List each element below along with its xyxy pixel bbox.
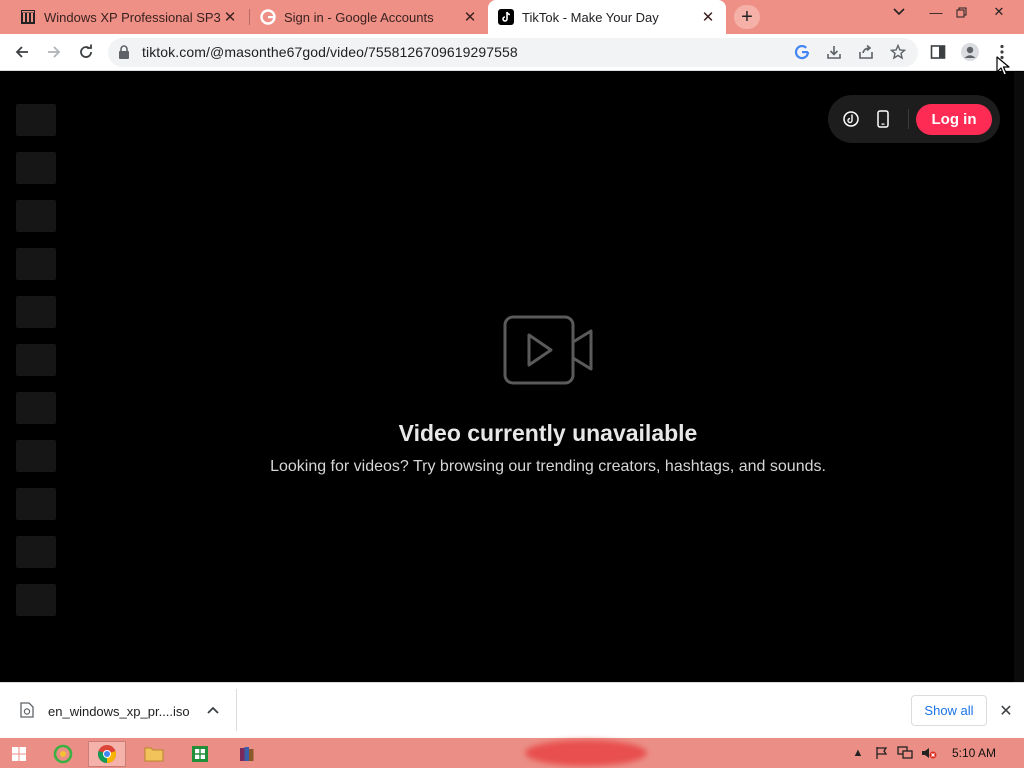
taskbar-app-chrome[interactable] (88, 741, 126, 767)
file-icon (20, 702, 34, 721)
tab-google-sign-in[interactable]: Sign in - Google Accounts ✕ (250, 0, 488, 34)
forward-button[interactable] (42, 40, 66, 64)
sidebar-skeleton (16, 584, 56, 616)
windows-taskbar: ▲ 5:10 AM (0, 738, 1024, 768)
archive-books-icon (240, 747, 254, 761)
share-icon[interactable] (856, 42, 876, 62)
header-divider (908, 109, 909, 129)
tiktok-icon (498, 9, 514, 25)
side-panel-button[interactable] (926, 40, 950, 64)
mouse-cursor-icon (996, 56, 1010, 81)
arrow-left-icon (15, 46, 28, 58)
folder-icon (144, 747, 164, 762)
close-icon: ✕ (993, 4, 1005, 19)
browser-tab-strip: Windows XP Professional SP3 x86 ✕ Sign i… (0, 0, 1024, 34)
header-actions: Log in (828, 95, 1000, 143)
sidebar-skeleton (16, 248, 56, 280)
google-lens-icon[interactable] (792, 42, 812, 62)
install-app-icon[interactable] (824, 42, 844, 62)
archive-icon (20, 9, 36, 25)
download-item[interactable]: en_windows_xp_pr....iso (20, 702, 190, 721)
windows-logo-icon (12, 747, 26, 761)
back-button[interactable] (10, 40, 34, 64)
reload-button[interactable] (74, 40, 98, 64)
sidebar-skeleton (16, 344, 56, 376)
taskbar-clock[interactable]: 5:10 AM (952, 746, 996, 760)
google-icon (260, 9, 276, 25)
sidebar-skeleton (16, 200, 56, 232)
close-icon[interactable]: ✕ (222, 9, 238, 26)
taskbar-app-spreadsheet[interactable] (181, 741, 219, 767)
sidebar-skeleton (16, 104, 56, 136)
page-scrollbar[interactable] (1014, 72, 1024, 682)
green-sync-icon (53, 744, 73, 764)
close-window-button[interactable]: ✕ (984, 0, 1014, 24)
tray-overflow-icon[interactable]: ▲ (850, 745, 866, 761)
taskbar-app-refresh[interactable] (44, 741, 82, 767)
sidebar-skeleton (16, 152, 56, 184)
tab-title: Sign in - Google Accounts (284, 9, 434, 25)
network-icon[interactable] (897, 745, 913, 761)
reload-icon (80, 44, 92, 58)
plus-icon: + (741, 5, 753, 28)
new-tab-button[interactable]: + (734, 5, 760, 29)
sidebar-skeleton (16, 488, 56, 520)
download-options-button[interactable] (204, 701, 222, 719)
avatar-icon (961, 43, 979, 61)
volume-muted-icon[interactable] (921, 745, 937, 761)
restore-icon (956, 7, 966, 17)
side-panel-icon (930, 45, 946, 59)
tab-title: TikTok - Make Your Day (522, 9, 659, 25)
download-file-name: en_windows_xp_pr....iso (48, 704, 190, 719)
close-download-shelf-button[interactable]: ✕ (996, 701, 1016, 721)
lock-icon (118, 45, 130, 64)
redacted-area (525, 740, 647, 766)
restore-button[interactable] (946, 0, 976, 24)
profile-button[interactable] (958, 40, 982, 64)
unavailable-title: Video currently unavailable (398, 420, 698, 446)
chrome-icon (97, 745, 117, 763)
close-icon[interactable]: ✕ (462, 9, 478, 26)
flag-icon[interactable] (874, 745, 890, 761)
sidebar-skeleton (16, 296, 56, 328)
arrow-right-icon (48, 46, 61, 58)
download-shelf: en_windows_xp_pr....iso Show all ✕ (0, 682, 1024, 738)
sidebar-skeleton (16, 536, 56, 568)
tab-search-button[interactable] (884, 0, 914, 24)
close-icon: ✕ (999, 703, 1013, 720)
unavailable-subtitle: Looking for videos? Try browsing our tre… (270, 458, 826, 475)
chevron-up-icon (207, 706, 219, 714)
tab-windows-xp[interactable]: Windows XP Professional SP3 x86 ✕ (10, 0, 248, 34)
show-all-button[interactable]: Show all (911, 695, 987, 726)
tab-tiktok[interactable]: TikTok - Make Your Day ✕ (488, 0, 726, 34)
taskbar-app-winrar[interactable] (228, 741, 266, 767)
browser-toolbar: tiktok.com/@masonthe67god/video/75581267… (0, 34, 1024, 71)
log-in-button[interactable]: Log in (916, 104, 992, 135)
taskbar-app-file-explorer[interactable] (135, 741, 173, 767)
tiktok-page: Log in Video currently unavailable Looki… (0, 72, 1024, 682)
download-divider (236, 689, 237, 731)
bookmark-star-icon[interactable] (888, 42, 908, 62)
chevron-down-icon (893, 8, 905, 16)
minimize-icon: — (929, 4, 943, 20)
url-text: tiktok.com/@masonthe67god/video/75581267… (142, 44, 518, 60)
close-icon[interactable]: ✕ (700, 9, 716, 26)
coin-icon[interactable] (841, 109, 861, 129)
start-button[interactable] (0, 741, 38, 767)
mobile-phone-icon[interactable] (873, 109, 893, 129)
video-camera-icon (503, 315, 593, 390)
spreadsheet-icon (192, 746, 208, 762)
tab-title: Windows XP Professional SP3 x86 (44, 9, 222, 25)
address-bar[interactable]: tiktok.com/@masonthe67god/video/75581267… (108, 38, 918, 67)
